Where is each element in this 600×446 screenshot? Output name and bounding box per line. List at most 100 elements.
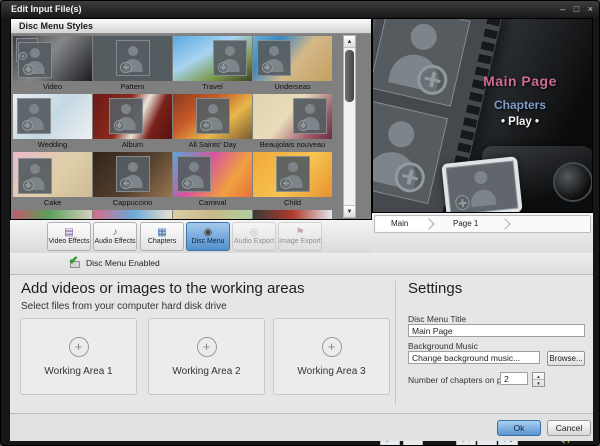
scroll-up-icon[interactable]: ▲ [344,36,355,48]
audio-export-button[interactable]: ◎ Audio Export [232,222,276,251]
style-thumb-child[interactable]: Child [253,152,332,209]
style-thumb-image [253,94,332,139]
style-thumb-underseas[interactable]: Underseas [253,36,332,93]
camcorder-image [444,126,592,212]
minimize-icon[interactable]: – [560,1,565,18]
add-placeholder-icon [114,120,126,132]
menu-text-block: Main Page Chapters • Play • [458,73,582,128]
style-thumb-carnival[interactable]: Carnival [173,152,252,209]
disc-menu-title-input[interactable] [408,324,585,337]
add-placeholder-icon [200,120,212,132]
style-thumb-label: Beaujolais nouveau [253,139,332,150]
photo-placeholder-icon [446,161,519,212]
settings-section: Settings Disc Menu Title Background Musi… [408,275,585,413]
photo-placeholder-icon [18,158,52,194]
style-thumb-label: Pattern [93,81,172,92]
scrollbar-thumb[interactable] [345,50,354,102]
style-thumb-label: Cake [13,197,92,208]
style-thumb-travel[interactable]: Travel [173,36,252,93]
chapters-count-spinner: ▲ ▼ [532,372,545,387]
audio-effects-button[interactable]: ♪ Audio Effects [93,222,137,251]
chapters-count-input[interactable] [500,372,528,385]
spinner-down-icon[interactable]: ▼ [533,380,544,387]
working-area-2[interactable]: + Working Area 2 [148,318,265,395]
add-placeholder-icon [298,120,310,132]
photo-placeholder-icon [373,19,471,107]
add-file-icon: + [197,337,217,357]
vertical-divider [395,281,396,405]
spinner-up-icon[interactable]: ▲ [533,373,544,380]
tab-page-1[interactable]: Page 1 [453,216,478,232]
add-placeholder-icon [120,178,132,190]
disc-menu-enabled-label: Disc Menu Enabled [86,253,160,274]
style-thumb-image [13,152,92,197]
video-effects-button[interactable]: ▤ Video Effects [47,222,91,251]
style-thumb-album[interactable]: Album [93,94,172,151]
photo-placeholder-icon [293,98,327,134]
menu-title-text[interactable]: Main Page [458,73,582,89]
edit-input-files-dialog: Edit Input File(s) – □ × Disc Menu Style… [0,0,600,446]
style-thumb-image [13,94,92,139]
style-thumb-label: Underseas [253,81,332,92]
image-export-label: Image Export [279,238,321,246]
style-thumb-image [13,210,92,219]
style-thumb-wedding[interactable]: Wedding [13,94,92,151]
menu-chapters-link[interactable]: Chapters [458,98,582,112]
ok-button[interactable]: Ok [497,420,541,436]
photo-placeholder-icon [18,42,52,78]
style-thumb-image [173,36,252,81]
audio-effects-icon: ♪ [113,227,118,238]
photo-placeholder-icon [177,156,211,192]
cancel-button[interactable]: Cancel [547,420,591,436]
photo-placeholder-icon [196,98,230,134]
tab-main[interactable]: Main [391,216,408,232]
background-music-label: Background Music [408,341,478,351]
add-placeholder-icon [415,62,451,98]
content-area: Add videos or images to the working area… [10,275,593,413]
footer-bar: Ok Cancel [10,413,593,441]
style-thumb-image [93,152,172,197]
styles-scrollbar[interactable]: ▲ ▼ [343,35,356,218]
add-placeholder-icon [262,62,274,74]
style-thumb-partial[interactable] [13,210,92,219]
working-areas-heading: Add videos or images to the working area… [21,280,304,297]
background-music-input[interactable] [408,351,540,364]
working-area-label: Working Area 3 [297,366,365,377]
close-icon[interactable]: × [588,1,593,18]
working-area-3[interactable]: + Working Area 3 [273,318,390,395]
disc-menu-styles-panel: Disc Menu Styles Video Pattern Trav [10,18,372,220]
photo-placeholder-icon [373,100,448,205]
style-thumb-partial[interactable] [253,210,332,219]
add-placeholder-icon [218,62,230,74]
audio-export-icon: ◎ [250,227,259,238]
style-thumb-image [93,210,172,219]
scroll-down-icon[interactable]: ▼ [344,205,355,217]
style-thumb-all-saints-day[interactable]: All Saints' Day [173,94,252,151]
photo-placeholder-icon [213,40,247,76]
style-thumb-cappuccino[interactable]: Cappuccino [93,152,172,209]
style-thumb-partial[interactable] [93,210,172,219]
style-thumb-pattern[interactable]: Pattern [93,36,172,93]
chapters-button[interactable]: ▦ Chapters [140,222,184,251]
image-export-button[interactable]: ⚑ Image Export [278,222,322,251]
photo-placeholder-icon [276,156,310,192]
style-thumb-video[interactable]: Video [13,36,92,93]
photo-placeholder-icon [17,98,51,134]
disc-menu-label: Disc Menu [191,238,224,246]
style-thumb-beaujolais-nouveau[interactable]: Beaujolais nouveau [253,94,332,151]
working-area-1[interactable]: + Working Area 1 [20,318,137,395]
add-file-icon: + [69,337,89,357]
style-thumb-image [93,94,172,139]
disc-menu-button[interactable]: ◉ Disc Menu [186,222,230,251]
style-thumb-partial[interactable] [173,210,252,219]
photo-placeholder-icon [116,156,150,192]
style-thumb-cake[interactable]: Cake [13,152,92,209]
disc-menu-preview[interactable]: Main Page Chapters • Play • [373,19,592,212]
style-thumb-image [253,210,332,219]
disc-menu-enabled-checkbox[interactable]: ✔ [68,257,82,269]
style-thumb-image [253,152,332,197]
video-effects-icon: ▤ [64,227,73,238]
image-export-icon: ⚑ [296,227,305,238]
browse-button[interactable]: Browse... [547,351,585,366]
maximize-icon[interactable]: □ [574,1,579,18]
